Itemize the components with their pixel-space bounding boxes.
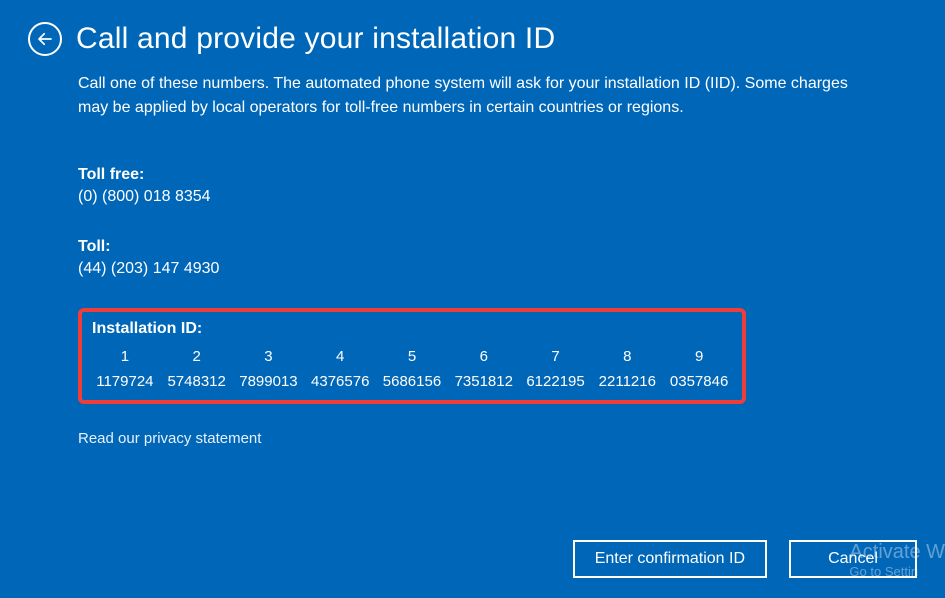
iid-col-header: 5	[379, 348, 445, 365]
iid-col-header: 8	[594, 348, 660, 365]
iid-value: 5748312	[164, 373, 230, 390]
toll-number: (44) (203) 147 4930	[78, 260, 867, 278]
tollfree-number: (0) (800) 018 8354	[78, 188, 867, 206]
iid-value: 4376576	[307, 373, 373, 390]
intro-text: Call one of these numbers. The automated…	[78, 72, 867, 120]
iid-col-header: 1	[92, 348, 158, 365]
arrow-left-icon	[36, 30, 54, 48]
iid-col-header: 4	[307, 348, 373, 365]
toll-block: Toll: (44) (203) 147 4930	[78, 238, 867, 278]
tollfree-label: Toll free:	[78, 166, 867, 184]
back-button[interactable]	[28, 22, 62, 56]
page-title: Call and provide your installation ID	[76, 22, 555, 56]
installation-id-label: Installation ID:	[92, 320, 732, 338]
iid-value: 6122195	[523, 373, 589, 390]
iid-col-header: 7	[523, 348, 589, 365]
cancel-button[interactable]: Cancel	[789, 540, 917, 578]
iid-value: 7899013	[236, 373, 302, 390]
iid-value: 7351812	[451, 373, 517, 390]
installation-id-grid: 1 2 3 4 5 6 7 8 9 1179724 5748312 789901…	[92, 348, 732, 390]
privacy-statement-link[interactable]: Read our privacy statement	[78, 430, 261, 447]
iid-value: 5686156	[379, 373, 445, 390]
iid-col-header: 2	[164, 348, 230, 365]
iid-value: 0357846	[666, 373, 732, 390]
iid-value: 1179724	[92, 373, 158, 390]
iid-value: 2211216	[594, 373, 660, 390]
iid-col-header: 9	[666, 348, 732, 365]
toll-label: Toll:	[78, 238, 867, 256]
iid-col-header: 3	[236, 348, 302, 365]
enter-confirmation-id-button[interactable]: Enter confirmation ID	[573, 540, 767, 578]
iid-col-header: 6	[451, 348, 517, 365]
tollfree-block: Toll free: (0) (800) 018 8354	[78, 166, 867, 206]
installation-id-highlight: Installation ID: 1 2 3 4 5 6 7 8 9 11797…	[78, 308, 746, 404]
